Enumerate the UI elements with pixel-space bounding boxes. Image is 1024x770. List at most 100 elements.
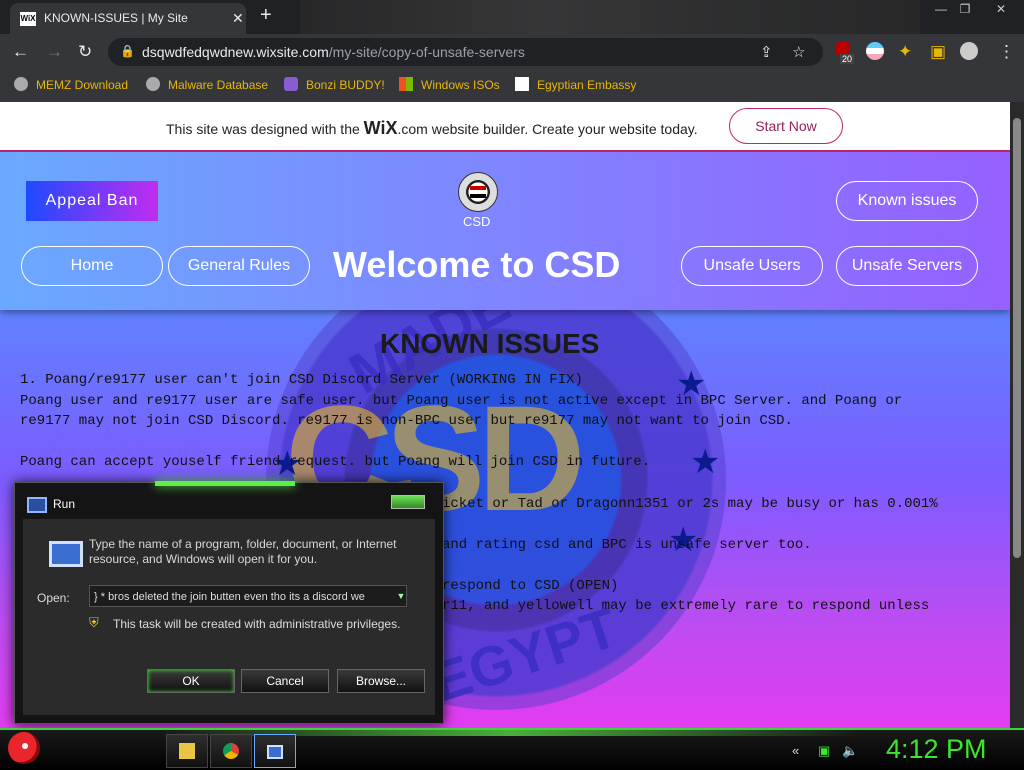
profile-avatar-icon[interactable] bbox=[960, 42, 978, 60]
back-icon[interactable]: ← bbox=[12, 42, 29, 62]
known-issues-title: KNOWN ISSUES bbox=[380, 328, 600, 359]
tab-strip-background bbox=[300, 0, 920, 34]
taskbar: « ▣ 🔈 4:12 PM bbox=[0, 728, 1024, 770]
run-program-icon bbox=[49, 541, 83, 567]
page-scrollbar[interactable] bbox=[1010, 102, 1024, 728]
issue-line: re9177 may not join CSD Discord. re9177 … bbox=[20, 413, 793, 429]
new-tab-icon[interactable]: + bbox=[260, 4, 272, 27]
tab-known-issues[interactable]: WiX KNOWN-ISSUES | My Site ✕ bbox=[10, 3, 246, 34]
bookmark-label: Egyptian Embassy bbox=[537, 78, 637, 92]
minimize-icon[interactable]: — bbox=[930, 2, 952, 16]
forward-icon[interactable]: → bbox=[46, 42, 63, 62]
page-heading: Welcome to CSD bbox=[333, 244, 621, 285]
star-icon: ★ bbox=[690, 443, 721, 481]
tab-title: KNOWN-ISSUES | My Site bbox=[44, 11, 188, 25]
wix-banner: This site was designed with the WiX.com … bbox=[0, 102, 1010, 152]
ok-button[interactable]: OK bbox=[147, 669, 235, 693]
globe-icon bbox=[14, 77, 28, 91]
egypt-flag-icon bbox=[470, 186, 486, 198]
issue-line: and rating csd and BPC is unsafe server … bbox=[442, 537, 812, 553]
bookmark-star-icon[interactable]: ☆ bbox=[792, 43, 805, 61]
lock-icon[interactable]: 🔒 bbox=[120, 44, 135, 58]
nav-home[interactable]: Home bbox=[21, 246, 163, 286]
bookmark-malware-database[interactable]: Malware Database bbox=[146, 77, 268, 92]
browse-button[interactable]: Browse... bbox=[337, 669, 425, 693]
admin-note: This task will be created with administr… bbox=[113, 617, 401, 631]
chrome-icon bbox=[223, 743, 239, 759]
taskbar-run[interactable] bbox=[254, 734, 296, 768]
url-path: /my-site/copy-of-unsafe-servers bbox=[328, 44, 525, 60]
run-icon bbox=[267, 745, 283, 759]
open-input[interactable]: } * bros deleted the join butten even th… bbox=[89, 585, 407, 607]
run-icon bbox=[27, 497, 47, 513]
dialog-body: Type the name of a program, folder, docu… bbox=[23, 519, 435, 715]
globe-icon bbox=[146, 77, 160, 91]
more-menu-icon[interactable]: ⋮ bbox=[998, 42, 1015, 62]
issue-line: Poang user and re9177 user are safe user… bbox=[20, 393, 903, 409]
open-label: Open: bbox=[37, 591, 70, 605]
dialog-close-button[interactable] bbox=[391, 495, 425, 509]
address-bar[interactable]: 🔒 dsqwdfedqwdnew.wixsite.com/my-site/cop… bbox=[108, 38, 823, 66]
site-header: Appeal Ban CSD Known issues Home General… bbox=[0, 152, 1010, 310]
bonzi-icon bbox=[284, 77, 298, 91]
nav-unsafe-servers[interactable]: Unsafe Servers bbox=[836, 246, 978, 286]
bookmark-label: Windows ISOs bbox=[421, 78, 500, 92]
bookmarks-bar: MEMZ Download Malware Database Bonzi BUD… bbox=[0, 70, 1024, 102]
issue-line: icket or Tad or Dragonn1351 or 2s may be… bbox=[442, 496, 938, 512]
wix-favicon-icon: WiX bbox=[20, 12, 36, 26]
uac-shield-icon: ⛨ bbox=[89, 615, 99, 630]
issue-line: Poang can accept youself friend request.… bbox=[20, 454, 651, 470]
url-domain: dsqwdfedqwdnew.wixsite.com bbox=[142, 44, 329, 60]
start-now-button[interactable]: Start Now bbox=[729, 108, 843, 144]
issue-line: 1. Poang/re9177 user can't join CSD Disc… bbox=[20, 372, 583, 388]
wix-icon bbox=[515, 77, 529, 91]
bookmark-windows-isos[interactable]: Windows ISOs bbox=[399, 77, 500, 92]
wix-brand: WiX bbox=[363, 118, 398, 138]
wix-banner-text-before: This site was designed with the bbox=[166, 121, 360, 137]
scrollbar-thumb[interactable] bbox=[1013, 118, 1021, 558]
nav-general-rules[interactable]: General Rules bbox=[168, 246, 310, 286]
issue-line: respond to CSD (OPEN) bbox=[442, 578, 619, 594]
volume-icon[interactable]: 🔈 bbox=[842, 743, 858, 759]
maximize-icon[interactable]: ❐ bbox=[954, 2, 976, 16]
bookmark-label: MEMZ Download bbox=[36, 78, 129, 92]
extensions-puzzle-icon[interactable]: ✦ bbox=[898, 42, 912, 62]
file-explorer-icon bbox=[179, 743, 195, 759]
wix-banner-text-after: .com website builder. Create your websit… bbox=[397, 121, 698, 137]
bookmark-egyptian-embassy[interactable]: Egyptian Embassy bbox=[515, 77, 636, 92]
extension-badge: 20 bbox=[840, 54, 855, 64]
appeal-ban-button[interactable]: Appeal Ban bbox=[26, 181, 158, 221]
bird-eye bbox=[22, 743, 28, 749]
show-hidden-icons-icon[interactable]: « bbox=[792, 743, 799, 758]
cancel-button[interactable]: Cancel bbox=[241, 669, 329, 693]
bookmark-bonzi-buddy[interactable]: Bonzi BUDDY! bbox=[284, 77, 385, 92]
taskbar-chrome[interactable] bbox=[210, 734, 252, 768]
window-close-icon[interactable]: ✕ bbox=[990, 2, 1012, 16]
url-text[interactable]: dsqwdfedqwdnew.wixsite.com/my-site/copy-… bbox=[142, 44, 525, 60]
browser-tab-strip: WiX KNOWN-ISSUES | My Site ✕ + — ❐ ✕ bbox=[0, 0, 1024, 34]
reload-icon[interactable]: ↻ bbox=[78, 42, 92, 62]
bookmark-memz[interactable]: MEMZ Download bbox=[14, 77, 128, 92]
nav-unsafe-users[interactable]: Unsafe Users bbox=[681, 246, 823, 286]
taskbar-file-explorer[interactable] bbox=[166, 734, 208, 768]
windows-logo-icon bbox=[399, 77, 413, 91]
bookmark-label: Malware Database bbox=[168, 78, 269, 92]
start-button-angry-bird-icon[interactable] bbox=[8, 732, 40, 764]
wix-banner-text: This site was designed with the WiX.com … bbox=[166, 118, 698, 139]
dialog-glow bbox=[155, 481, 295, 486]
pride-extension-icon[interactable] bbox=[866, 42, 884, 60]
clock[interactable]: 4:12 PM bbox=[886, 734, 987, 765]
network-icon[interactable]: ▣ bbox=[818, 743, 830, 759]
browser-toolbar: ← → ↻ 🔒 dsqwdfedqwdnew.wixsite.com/my-si… bbox=[0, 34, 1024, 70]
dialog-description: Type the name of a program, folder, docu… bbox=[89, 537, 397, 566]
csd-logo-icon[interactable] bbox=[458, 172, 498, 212]
dialog-title: Run bbox=[53, 497, 76, 511]
open-dropdown-icon[interactable]: ▼ bbox=[395, 585, 407, 607]
tab-close-icon[interactable]: ✕ bbox=[232, 10, 244, 27]
share-icon[interactable]: ⇪ bbox=[760, 43, 773, 61]
known-issues-button[interactable]: Known issues bbox=[836, 181, 978, 221]
run-dialog[interactable]: Run Type the name of a program, folder, … bbox=[14, 481, 444, 724]
side-panel-icon[interactable]: ▣ bbox=[930, 42, 946, 62]
issue-line: r11, and yellowell may be extremely rare… bbox=[442, 598, 930, 614]
bookmark-label: Bonzi BUDDY! bbox=[306, 78, 385, 92]
